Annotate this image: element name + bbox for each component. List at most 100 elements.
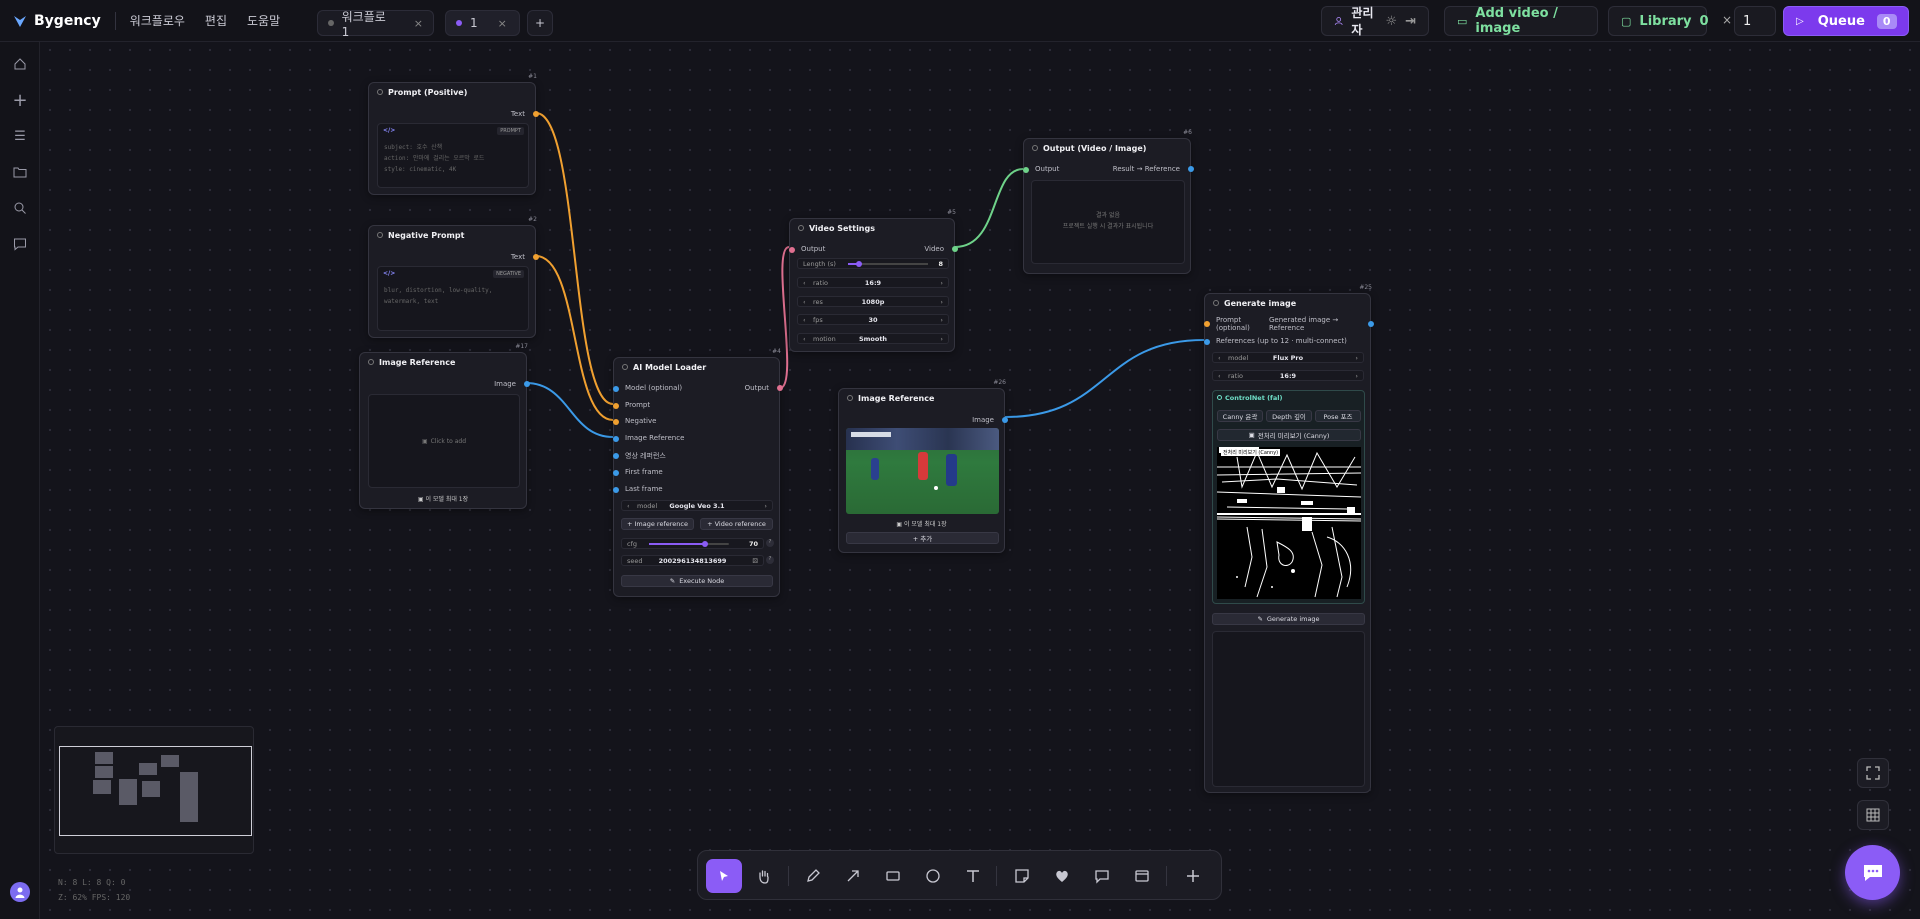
input-port[interactable] [613,453,619,459]
cn-tab-depth[interactable]: Depth 깊이 [1266,410,1312,422]
node-header[interactable]: Image Reference [360,353,526,371]
chevron-right-icon[interactable]: › [764,502,767,510]
model-select[interactable]: ‹ model Flux Pro › [1212,352,1364,363]
node-image-reference-2[interactable]: #26 Image Reference Image ▣ 이 모델 최대 1장 +… [838,379,1008,553]
input-port[interactable] [613,403,619,409]
seed-field[interactable]: seed 200296134813699 ⚄ [621,555,764,566]
output-port[interactable] [777,385,783,391]
theme-icon[interactable]: ☼ [1385,14,1397,29]
prompt-editor[interactable]: </> PROMPT subject: 호수 산책 action: 안마에 걸리… [377,123,529,188]
input-port[interactable] [613,386,619,392]
chevron-right-icon[interactable]: › [1355,354,1358,362]
grid-icon[interactable] [1857,800,1889,830]
negative-editor[interactable]: </> NEGATIVE blur, distortion, low-quali… [377,266,529,331]
app-logo[interactable]: Bygency [12,13,101,29]
node-video-settings[interactable]: #5 Video Settings Output Video Length (s… [789,209,958,352]
output-port[interactable] [524,381,530,387]
output-port[interactable] [533,254,539,260]
user-menu[interactable]: 관리자 ☼ ⇥ [1321,6,1429,37]
plus-icon[interactable] [1175,859,1211,893]
input-port[interactable] [613,436,619,442]
list-icon[interactable]: ☰ [12,128,28,144]
input-port[interactable] [1204,339,1210,345]
chat-launcher-button[interactable] [1845,845,1900,900]
library-button[interactable]: ▢ Library 0 [1608,6,1709,36]
info-icon[interactable]: ? [766,556,774,564]
menu-edit[interactable]: 편집 [205,12,227,29]
node-header[interactable]: Prompt (Positive) [369,83,535,101]
text-icon[interactable] [955,859,991,893]
rect-icon[interactable] [875,859,911,893]
fullscreen-icon[interactable] [1857,758,1889,788]
circle-icon[interactable] [915,859,951,893]
chat-icon[interactable] [12,236,28,252]
reference-image[interactable] [846,428,999,514]
cfg-track[interactable] [649,541,729,547]
close-icon[interactable]: × [498,17,507,30]
node-ai-model-loader[interactable]: #4 AI Model Loader Output Model (optiona… [613,348,783,597]
pointer-icon[interactable] [706,859,742,893]
tab-workflow-1[interactable]: 워크플로 1 × [317,10,434,39]
output-port[interactable] [1002,417,1008,423]
node-generate-image[interactable]: #25 Generate image Prompt (optional) Gene… [1204,284,1374,793]
output-port[interactable] [1368,321,1374,327]
input-port[interactable] [613,470,619,476]
new-tab-button[interactable]: + [527,10,553,36]
length-slider[interactable]: Length (s) 8 [797,258,949,269]
add-image-button[interactable]: + 추가 [846,532,999,544]
avatar[interactable] [10,882,30,902]
res-select[interactable]: ‹ res 1080p › [797,296,949,307]
chevron-right-icon[interactable]: › [1355,372,1358,380]
node-image-reference-1[interactable]: #17 Image Reference Image ▣ Click to add … [359,343,530,509]
node-prompt-positive[interactable]: #1 Prompt (Positive) Text </> PROMPT sub… [368,73,539,195]
node-header[interactable]: Output (Video / Image) [1024,139,1190,157]
output-port[interactable] [1188,166,1194,172]
fps-select[interactable]: ‹ fps 30 › [797,314,949,325]
input-port[interactable] [1204,321,1210,327]
motion-select[interactable]: ‹ motion Smooth › [797,333,949,344]
info-icon[interactable]: ? [766,539,774,547]
queue-button[interactable]: ▷ Queue 0 [1783,6,1909,36]
sticky-icon[interactable] [1004,859,1040,893]
close-icon[interactable]: × [414,17,423,30]
image-drop-zone[interactable]: ▣ Click to add [368,394,520,488]
cn-tab-canny[interactable]: Canny 윤곽 [1217,410,1263,422]
chevron-right-icon[interactable]: › [940,298,943,306]
minimap[interactable] [54,726,254,854]
length-track[interactable] [848,261,928,267]
add-video-reference-button[interactable]: + Video reference [700,518,773,530]
comment-icon[interactable] [1084,859,1120,893]
batch-count-input[interactable]: 1 [1734,6,1776,36]
home-icon[interactable] [12,56,28,72]
pen-icon[interactable] [795,859,831,893]
length-thumb[interactable] [856,261,862,267]
node-negative-prompt[interactable]: #2 Negative Prompt Text </> NEGATIVE blu… [368,216,539,338]
node-header[interactable]: Negative Prompt [369,226,535,244]
cfg-thumb[interactable] [702,541,708,547]
heart-icon[interactable] [1044,859,1080,893]
output-port[interactable] [533,111,539,117]
search-icon[interactable] [12,200,28,216]
node-header[interactable]: Image Reference [839,389,1004,407]
logout-icon[interactable]: ⇥ [1405,14,1416,29]
input-port[interactable] [613,487,619,493]
node-header[interactable]: Generate image [1205,294,1370,312]
input-port[interactable] [789,247,795,253]
node-output[interactable]: #6 Output (Video / Image) Output Result … [1023,129,1194,274]
add-image-reference-button[interactable]: + Image reference [621,518,694,530]
input-port[interactable] [613,419,619,425]
generate-image-button[interactable]: ✎ Generate image [1212,613,1365,625]
input-port[interactable] [1023,167,1029,173]
hand-icon[interactable] [746,859,782,893]
plus-icon[interactable]: + [12,90,28,111]
node-header[interactable]: AI Model Loader [614,358,779,376]
arrow-icon[interactable] [835,859,871,893]
chevron-right-icon[interactable]: › [940,316,943,324]
chevron-right-icon[interactable]: › [940,335,943,343]
dice-icon[interactable]: ⚄ [752,557,758,565]
folder-icon[interactable] [12,164,28,180]
node-header[interactable]: Video Settings [790,219,954,237]
ratio-select[interactable]: ‹ ratio 16:9 › [797,277,949,288]
add-video-button[interactable]: ▭ Add video / image [1444,6,1598,36]
menu-help[interactable]: 도움말 [247,12,280,29]
